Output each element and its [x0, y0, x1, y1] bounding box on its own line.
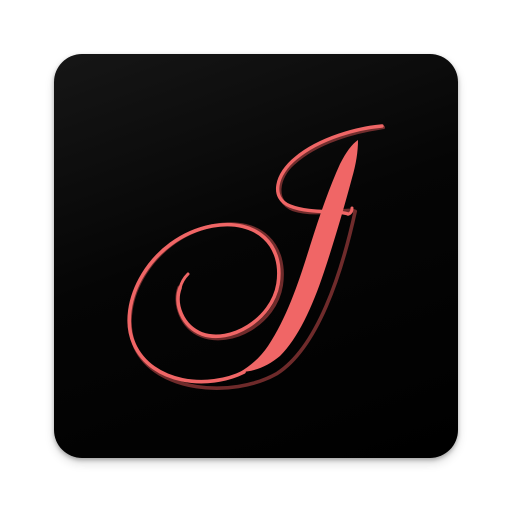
script-letter-j-icon — [127, 124, 386, 390]
glyph-tail-loop — [127, 222, 281, 384]
app-icon-tile[interactable] — [54, 54, 458, 458]
launcher-icon-canvas — [0, 0, 512, 512]
glyph-inner-hook — [178, 272, 190, 290]
